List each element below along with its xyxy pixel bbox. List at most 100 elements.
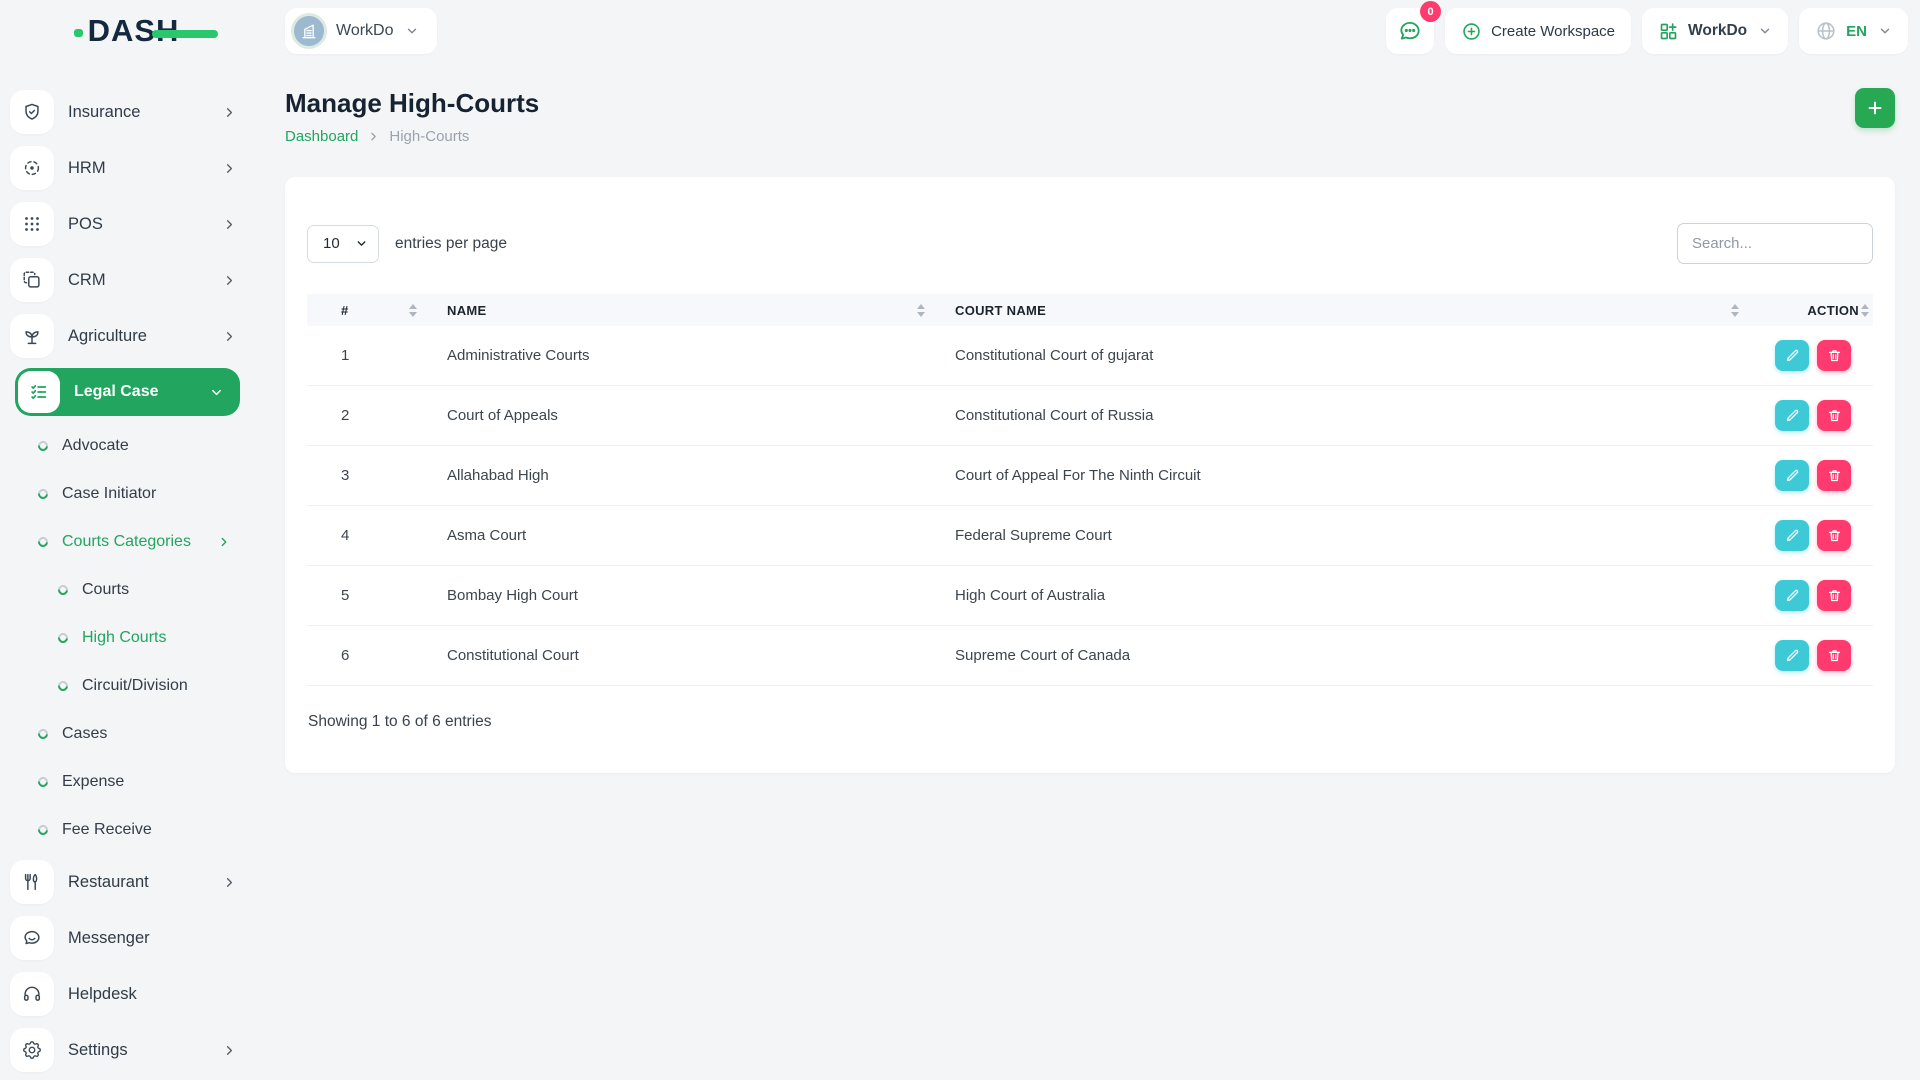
bullet-icon [55,630,71,646]
chevron-right-icon [222,875,237,890]
sort-icon[interactable] [1861,303,1869,317]
sidebar-item-crm[interactable]: CRM [0,252,255,308]
sidebar-item-messenger[interactable]: Messenger [0,910,255,966]
cell-num: 2 [341,407,350,424]
sidebar-item-pos[interactable]: POS [0,196,255,252]
pencil-icon [1785,588,1800,603]
edit-button[interactable] [1775,400,1809,431]
delete-button[interactable] [1817,580,1851,611]
sidebar-item-courts[interactable]: Courts [0,566,255,614]
row-actions [1751,400,1869,431]
sidebar-item-fee-receive[interactable]: Fee Receive [0,806,255,854]
app-menu-dropdown[interactable]: WorkDo [1642,8,1789,54]
language-code: EN [1846,22,1867,40]
delete-button[interactable] [1817,640,1851,671]
column-header-action: ACTION [1751,303,1873,318]
workspace-selector[interactable]: WorkDo [285,8,437,54]
sidebar-item-settings[interactable]: Settings [0,1022,255,1078]
pencil-icon [1785,348,1800,363]
column-header-name: NAME [429,303,937,318]
edit-button[interactable] [1775,520,1809,551]
cell-num: 3 [341,467,350,484]
sidebar-item-label: Courts [82,581,130,598]
cell-court-name: High Court of Australia [955,587,1106,604]
trash-icon [1827,348,1842,363]
sidebar-item-cases[interactable]: Cases [0,710,255,758]
sidebar-item-restaurant[interactable]: Restaurant [0,854,255,910]
logo-dot [73,29,83,37]
cell-court-name: Constitutional Court of gujarat [955,347,1154,364]
sidebar-item-legal-case[interactable]: Legal Case [15,368,240,416]
sidebar-item-label: Insurance [68,102,141,121]
sidebar-item-insurance[interactable]: Insurance [0,84,255,140]
chat-badge: 0 [1420,1,1442,22]
brand-logo[interactable]: DASH [73,13,218,49]
bullet-icon [55,678,71,694]
entries-per-page-value: 10 [323,235,340,252]
chevron-down-icon [1878,24,1892,38]
sort-icon[interactable] [917,303,925,317]
page-header: Manage High-Courts Dashboard High-Courts [255,62,1920,145]
create-workspace-button[interactable]: Create Workspace [1445,8,1632,54]
pencil-icon [1785,408,1800,423]
delete-button[interactable] [1817,520,1851,551]
delete-button[interactable] [1817,340,1851,371]
sidebar-item-high-courts[interactable]: High Courts [0,614,255,662]
language-dropdown[interactable]: EN [1799,8,1908,54]
trash-icon [1827,528,1842,543]
chevron-right-icon [222,273,237,288]
table-row: 4 Asma Court Federal Supreme Court [307,506,1873,566]
messenger-icon [10,916,54,960]
sidebar-item-helpdesk[interactable]: Helpdesk [0,966,255,1022]
row-actions [1751,580,1869,611]
sidebar: Insurance HRM POS CRM Agriculture Legal … [0,62,255,1080]
sort-icon[interactable] [1731,303,1739,317]
sort-icon[interactable] [409,303,417,317]
bullet-icon [55,582,71,598]
cell-name: Bombay High Court [447,587,578,604]
delete-button[interactable] [1817,400,1851,431]
cell-num: 1 [341,347,350,364]
pencil-icon [1785,648,1800,663]
breadcrumb-dashboard-link[interactable]: Dashboard [285,128,358,145]
chat-button[interactable]: 0 [1386,1,1442,54]
table-row: 1 Administrative Courts Constitutional C… [307,326,1873,386]
cell-num: 6 [341,647,350,664]
trash-icon [1827,408,1842,423]
edit-button[interactable] [1775,340,1809,371]
edit-button[interactable] [1775,580,1809,611]
chevron-right-icon [222,329,237,344]
add-high-court-button[interactable] [1855,88,1895,128]
delete-button[interactable] [1817,460,1851,491]
sidebar-item-label: Legal Case [74,383,159,400]
sidebar-item-advocate[interactable]: Advocate [0,422,255,470]
sidebar-item-label: Restaurant [68,872,149,891]
cell-name: Constitutional Court [447,647,579,664]
sidebar-item-label: CRM [68,270,106,289]
sidebar-item-case-initiator[interactable]: Case Initiator [0,470,255,518]
sidebar-item-agriculture[interactable]: Agriculture [0,308,255,364]
checklist-icon [18,371,60,413]
focus-target-icon [10,146,54,190]
pencil-icon [1785,468,1800,483]
edit-button[interactable] [1775,640,1809,671]
entries-per-page-select[interactable]: 10 [307,224,379,263]
search-input[interactable] [1677,223,1873,264]
sidebar-item-expense[interactable]: Expense [0,758,255,806]
bullet-icon [35,486,51,502]
sidebar-item-label: Courts Categories [62,533,191,550]
sidebar-item-label: Expense [62,773,125,790]
trash-icon [1827,588,1842,603]
grid-dots-icon [10,202,54,246]
sidebar-item-circuit-division[interactable]: Circuit/Division [0,662,255,710]
sidebar-item-hrm[interactable]: HRM [0,140,255,196]
sidebar-item-label: Messenger [68,928,150,947]
cell-court-name: Court of Appeal For The Ninth Circuit [955,467,1201,484]
shield-check-icon [10,90,54,134]
cell-court-name: Supreme Court of Canada [955,647,1131,664]
cell-name: Court of Appeals [447,407,558,424]
sidebar-item-courts-categories[interactable]: Courts Categories [0,518,255,566]
sidebar-item-label: Circuit/Division [82,677,188,694]
edit-button[interactable] [1775,460,1809,491]
chevron-right-icon [217,535,231,549]
